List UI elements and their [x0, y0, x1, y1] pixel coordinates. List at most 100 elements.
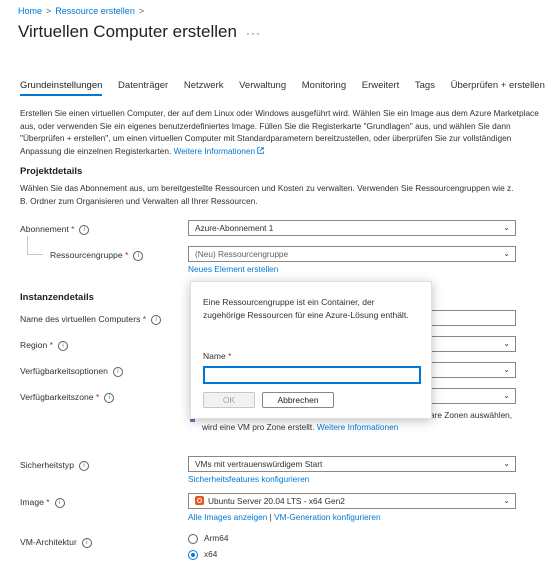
breadcrumb-separator: >: [138, 6, 145, 16]
availability-options-label: Verfügbarkeitsoptionen i: [20, 366, 123, 377]
tab-erweitert[interactable]: Erweitert: [362, 80, 399, 94]
configure-vm-generation-link[interactable]: VM-Generation konfigurieren: [274, 512, 381, 522]
security-type-dropdown[interactable]: VMs mit vertrauenswürdigem Start ⌄: [188, 456, 516, 472]
required-mark: *: [71, 224, 75, 234]
arch-option-x64[interactable]: x64: [188, 548, 217, 561]
required-mark: *: [228, 351, 232, 361]
chevron-down-icon: ⌄: [503, 496, 510, 505]
chevron-down-icon: ⌄: [503, 223, 510, 232]
region-dropdown[interactable]: ⌄: [430, 336, 516, 352]
image-links: Alle Images anzeigen | VM-Generation kon…: [188, 511, 381, 524]
radio-arm64[interactable]: [188, 533, 198, 544]
required-mark: *: [95, 392, 100, 402]
resource-group-label-text: Ressourcengruppe: [50, 250, 123, 260]
tab-verwaltung[interactable]: Verwaltung: [239, 80, 286, 94]
availability-zone-label-text: Verfügbarkeitszone: [20, 392, 94, 402]
tab-ueberpruefen-erstellen[interactable]: Überprüfen + erstellen: [451, 80, 545, 94]
info-icon[interactable]: i: [151, 314, 162, 325]
callout-description: Eine Ressourcengruppe ist ein Container,…: [203, 297, 409, 320]
security-type-label: Sicherheitstyp i: [20, 460, 89, 471]
breadcrumb-home[interactable]: Home: [18, 6, 42, 16]
security-type-label-text: Sicherheitstyp: [20, 460, 74, 470]
availability-zone-label: Verfügbarkeitszone * i: [20, 392, 115, 403]
tab-bar: Grundeinstellungen Datenträger Netzwerk …: [20, 80, 560, 98]
resource-group-name-input[interactable]: [203, 366, 421, 384]
chevron-down-icon: ⌄: [503, 459, 510, 468]
info-icon[interactable]: i: [78, 460, 89, 471]
subscription-label: Abonnement * i: [20, 224, 90, 235]
ubuntu-logo-icon: [195, 496, 204, 506]
tab-grundeinstellungen[interactable]: Grundeinstellungen: [20, 80, 103, 96]
project-details-description: Wählen Sie das Abonnement aus, um bereit…: [20, 183, 514, 206]
required-mark: *: [125, 250, 129, 260]
callout-name-label-text: Name: [203, 351, 226, 361]
callout-name-label: Name *: [203, 351, 231, 361]
project-details-heading: Projektdetails: [20, 166, 83, 177]
link-separator: |: [269, 512, 272, 522]
subscription-dropdown[interactable]: Azure-Abonnement 1 ⌄: [188, 220, 516, 236]
intro-learn-more-label: Weitere Informationen: [173, 145, 256, 156]
create-resource-group-callout: Eine Ressourcengruppe ist ein Container,…: [190, 281, 432, 419]
tree-connector: [27, 254, 43, 255]
zone-note-tail: are Zonen auswählen,: [430, 410, 513, 420]
info-icon[interactable]: i: [81, 537, 92, 548]
tab-tags[interactable]: Tags: [415, 80, 435, 94]
more-options-icon[interactable]: ···: [246, 26, 261, 40]
region-label: Region * i: [20, 340, 68, 351]
availability-options-label-text: Verfügbarkeitsoptionen: [20, 366, 108, 376]
chevron-down-icon: ⌄: [503, 365, 510, 374]
radio-x64[interactable]: [188, 549, 198, 560]
intro-learn-more-link[interactable]: Weitere Informationen: [174, 146, 265, 156]
zone-note: wird eine VM pro Zone erstellt. Weitere …: [202, 421, 398, 434]
tab-datentraeger[interactable]: Datenträger: [118, 80, 168, 94]
arch-option-arm64-label: Arm64: [204, 533, 229, 543]
availability-options-dropdown[interactable]: ⌄: [430, 362, 516, 378]
intro-text: Erstellen Sie einen virtuellen Computer,…: [20, 108, 539, 156]
configure-security-features-link[interactable]: Sicherheitsfeatures konfigurieren: [188, 473, 309, 486]
tab-netzwerk[interactable]: Netzwerk: [184, 80, 224, 94]
resource-group-placeholder: (Neu) Ressourcengruppe: [195, 249, 289, 259]
info-icon[interactable]: i: [54, 497, 65, 508]
external-link-icon: [257, 146, 265, 154]
security-type-value: VMs mit vertrauenswürdigem Start: [195, 459, 323, 469]
intro-description: Erstellen Sie einen virtuellen Computer,…: [20, 107, 550, 157]
chevron-down-icon: ⌄: [503, 391, 510, 400]
info-icon[interactable]: i: [133, 250, 144, 261]
page-title: Virtuellen Computer erstellen: [18, 22, 237, 41]
required-mark: *: [142, 314, 147, 324]
vm-name-label: Name des virtuellen Computers * i: [20, 314, 162, 325]
breadcrumb: Home > Ressource erstellen >: [18, 6, 148, 16]
required-mark: *: [46, 497, 50, 507]
arch-option-arm64[interactable]: Arm64: [188, 532, 228, 545]
vm-name-label-text: Name des virtuellen Computers: [20, 314, 141, 324]
cancel-button[interactable]: Abbrechen: [262, 392, 334, 408]
image-label: Image * i: [20, 497, 65, 508]
image-dropdown[interactable]: Ubuntu Server 20.04 LTS - x64 Gen2 ⌄: [188, 493, 516, 509]
resource-group-dropdown[interactable]: (Neu) Ressourcengruppe ⌄: [188, 246, 516, 262]
zone-note-text: wird eine VM pro Zone erstellt.: [202, 422, 315, 432]
ok-button[interactable]: OK: [203, 392, 255, 408]
resource-group-label: Ressourcengruppe * i: [50, 250, 144, 261]
chevron-down-icon: ⌄: [503, 249, 510, 258]
create-new-resource-group-link[interactable]: Neues Element erstellen: [188, 263, 278, 276]
breadcrumb-create-resource[interactable]: Ressource erstellen: [55, 6, 135, 16]
region-label-text: Region: [20, 340, 48, 350]
chevron-down-icon: ⌄: [503, 339, 510, 348]
zone-learn-more-link[interactable]: Weitere Informationen: [317, 422, 398, 432]
info-icon[interactable]: i: [57, 340, 68, 351]
arch-option-x64-label: x64: [204, 549, 218, 559]
instance-details-heading: Instanzendetails: [20, 292, 94, 303]
vm-name-input[interactable]: [430, 310, 516, 326]
subscription-label-text: Abonnement: [20, 224, 69, 234]
info-icon[interactable]: i: [112, 366, 123, 377]
info-icon[interactable]: i: [104, 392, 115, 403]
see-all-images-link[interactable]: Alle Images anzeigen: [188, 512, 267, 522]
subscription-value: Azure-Abonnement 1: [195, 223, 274, 233]
info-icon[interactable]: i: [79, 224, 90, 235]
breadcrumb-separator: >: [46, 6, 52, 16]
image-label-text: Image: [20, 497, 44, 507]
availability-zone-dropdown[interactable]: ⌄: [430, 388, 516, 404]
tab-monitoring[interactable]: Monitoring: [302, 80, 346, 94]
vm-architecture-label-text: VM-Architektur: [20, 537, 77, 547]
tree-connector: [27, 236, 28, 254]
